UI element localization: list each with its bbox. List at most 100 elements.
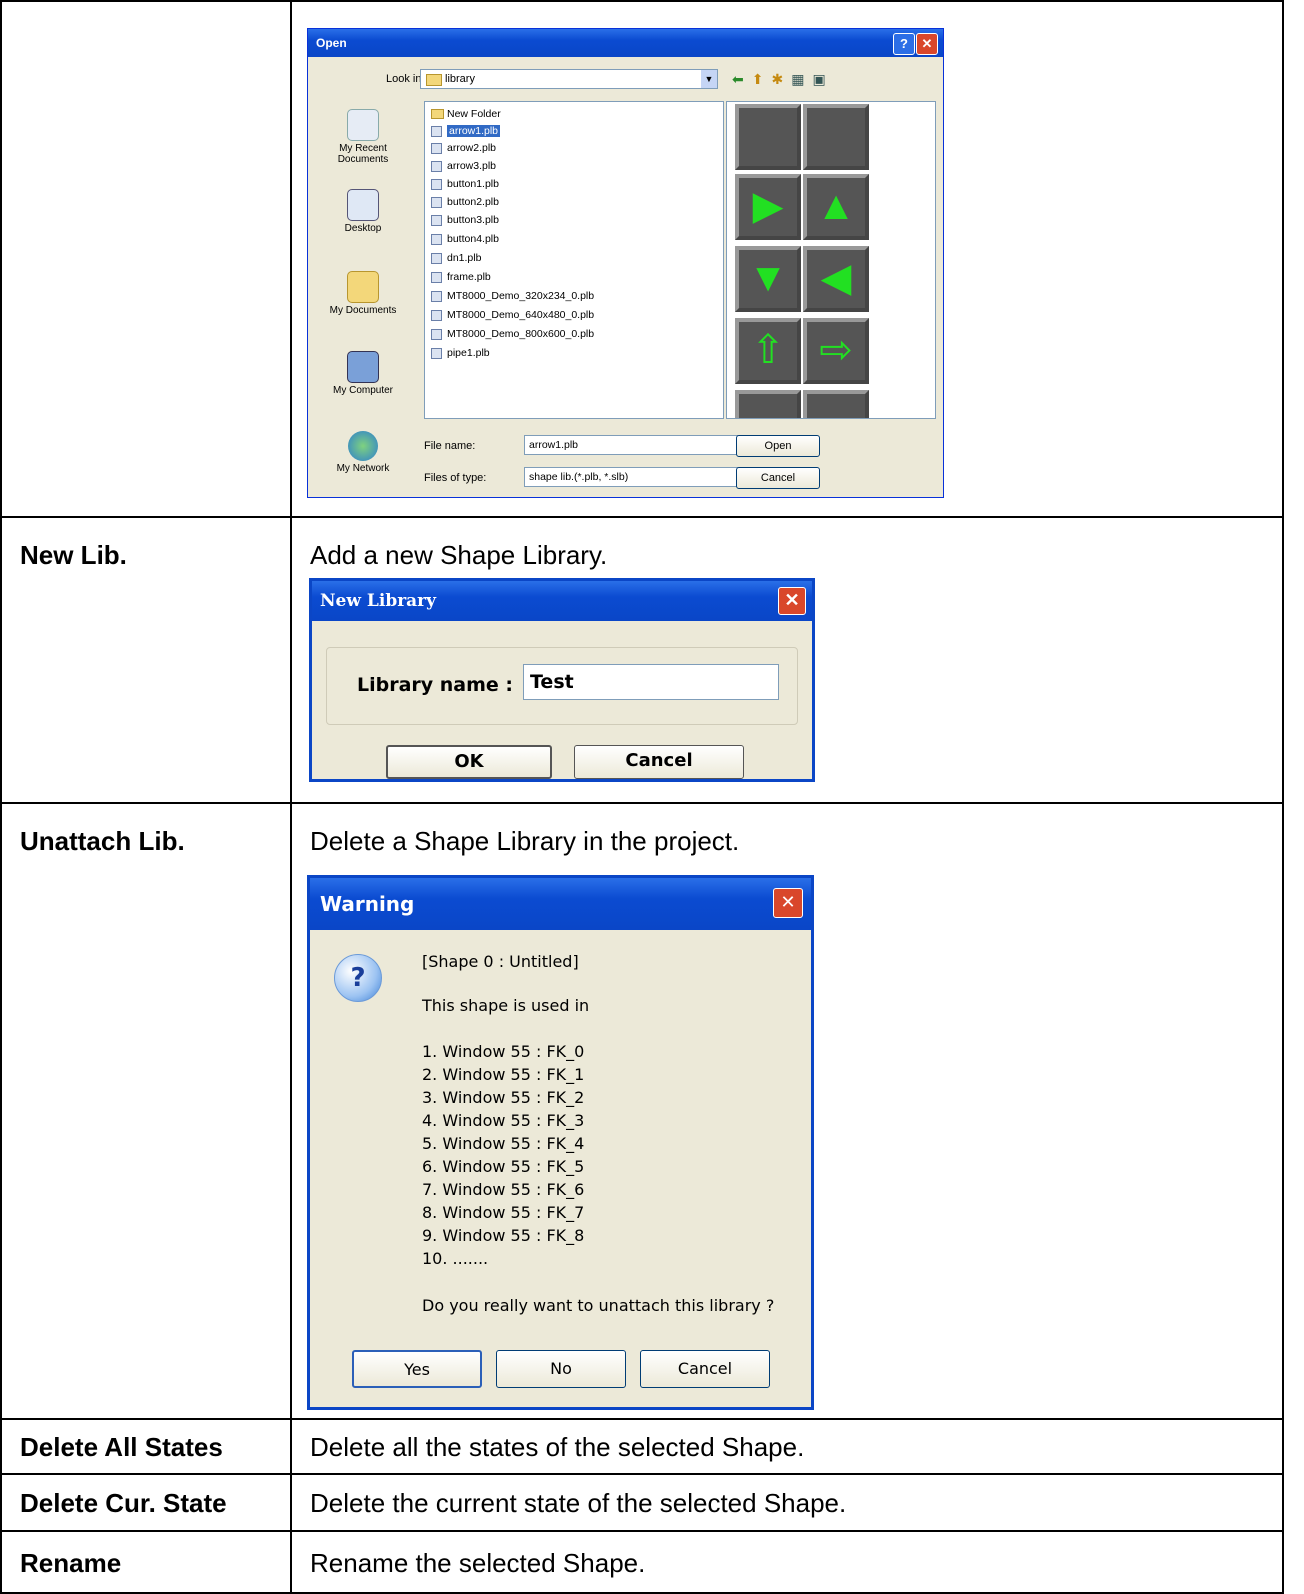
row-desc-rename: Rename the selected Shape. xyxy=(310,1548,646,1578)
place-my-network[interactable]: My Network xyxy=(314,431,412,474)
file-name: MT8000_Demo_320x234_0.plb xyxy=(447,290,595,302)
yes-button[interactable]: Yes xyxy=(352,1350,482,1388)
place-label: My Documents xyxy=(329,305,397,316)
my-documents-icon xyxy=(347,271,379,303)
warning-title: Warning xyxy=(320,892,415,916)
file-name: button4.plb xyxy=(447,233,499,245)
list-item[interactable]: button1.plb xyxy=(431,176,499,193)
cancel-button[interactable]: Cancel xyxy=(574,745,744,779)
list-item[interactable]: frame.plb xyxy=(431,269,491,286)
file-name: arrow2.plb xyxy=(447,142,497,154)
question-icon: ? xyxy=(334,954,382,1002)
file-icon xyxy=(431,310,442,321)
table-border-right xyxy=(1282,0,1284,1594)
list-item[interactable]: New Folder xyxy=(431,106,501,123)
open-button[interactable]: Open xyxy=(736,435,820,457)
my-network-icon xyxy=(348,431,378,461)
list-item[interactable]: pipe1.plb xyxy=(431,345,490,362)
look-in-row: Look in: library ▼ ⬅ ⬆ ✱ ▦ ▣ xyxy=(308,69,943,91)
close-icon[interactable]: ✕ xyxy=(916,33,938,55)
library-name-input[interactable]: Test xyxy=(523,664,779,700)
preview-shape xyxy=(735,104,801,170)
warning-dialog: Warning ✕ ? [Shape 0 : Untitled] This sh… xyxy=(307,875,814,1410)
place-label: Desktop xyxy=(344,223,382,234)
place-desktop[interactable]: Desktop xyxy=(314,189,412,234)
back-icon[interactable]: ⬅ xyxy=(732,71,744,88)
row-term-new-lib: New Lib. xyxy=(20,540,127,570)
shape-preview: ▶ ▲ ▼ ◀ ⇧ ⇨ xyxy=(726,101,936,419)
file-name: MT8000_Demo_800x600_0.plb xyxy=(447,328,595,340)
file-name: button3.plb xyxy=(447,214,499,226)
file-name: New Folder xyxy=(447,108,501,120)
tools-icon[interactable]: ▣ xyxy=(812,71,825,88)
file-icon xyxy=(431,179,442,190)
table-divider xyxy=(0,516,1284,518)
right-block-arrow-icon: ⇨ xyxy=(803,318,869,384)
open-dialog-title: Open xyxy=(316,36,347,50)
warning-titlebar: Warning ✕ xyxy=(310,878,811,930)
chevron-down-icon[interactable]: ▼ xyxy=(701,70,717,88)
places-bar: My Recent Documents Desktop My Documents… xyxy=(314,101,412,491)
file-icon xyxy=(431,161,442,172)
file-name-value: arrow1.plb xyxy=(529,439,579,451)
new-library-titlebar: New Library ✕ xyxy=(312,581,812,621)
list-item[interactable]: button2.plb xyxy=(431,194,499,211)
list-item[interactable]: arrow3.plb xyxy=(431,158,496,175)
table-column-divider xyxy=(290,0,292,1594)
view-menu-icon[interactable]: ▦ xyxy=(791,71,804,88)
file-icon xyxy=(431,143,442,154)
file-type-label: Files of type: xyxy=(424,472,487,484)
list-item[interactable]: button4.plb xyxy=(431,231,499,248)
file-name-label: File name: xyxy=(424,440,476,452)
file-name: frame.plb xyxy=(447,271,491,283)
table-divider xyxy=(0,1530,1284,1532)
recent-documents-icon xyxy=(347,109,379,141)
file-icon xyxy=(431,253,442,264)
list-item[interactable]: arrow2.plb xyxy=(431,140,496,157)
list-item[interactable]: button3.plb xyxy=(431,212,499,229)
library-name-group: Library name : Test xyxy=(326,647,798,725)
down-arrow-icon: ▼ xyxy=(735,246,801,312)
cancel-button[interactable]: Cancel xyxy=(736,467,820,489)
list-item[interactable]: MT8000_Demo_320x234_0.plb xyxy=(431,288,594,305)
row-term-rename: Rename xyxy=(20,1548,122,1578)
place-my-computer[interactable]: My Computer xyxy=(314,351,412,396)
list-item[interactable]: MT8000_Demo_640x480_0.plb xyxy=(431,307,594,324)
file-name: arrow1.plb xyxy=(447,125,501,137)
list-item[interactable]: arrow1.plb xyxy=(431,123,501,140)
table-divider xyxy=(0,1473,1284,1475)
warning-question: Do you really want to unattach this libr… xyxy=(422,1296,775,1315)
warning-list-item: 4. Window 55 : FK_3 xyxy=(422,1111,585,1130)
place-label: My Computer xyxy=(332,385,393,396)
place-recent[interactable]: My Recent Documents xyxy=(314,109,412,165)
preview-shape xyxy=(803,104,869,170)
help-icon[interactable]: ? xyxy=(893,33,915,55)
warning-list-item: 6. Window 55 : FK_5 xyxy=(422,1157,585,1176)
close-icon[interactable]: ✕ xyxy=(773,888,803,918)
warning-list-item: 8. Window 55 : FK_7 xyxy=(422,1203,585,1222)
new-folder-icon[interactable]: ✱ xyxy=(771,71,783,88)
file-name: button2.plb xyxy=(447,196,499,208)
no-button[interactable]: No xyxy=(496,1350,626,1388)
folder-icon xyxy=(426,74,442,86)
place-my-documents[interactable]: My Documents xyxy=(314,271,412,316)
row-desc-delete-all: Delete all the states of the selected Sh… xyxy=(310,1432,805,1462)
close-icon[interactable]: ✕ xyxy=(778,587,806,615)
file-icon xyxy=(431,126,442,137)
up-folder-icon[interactable]: ⬆ xyxy=(752,71,764,88)
preview-shape xyxy=(735,390,801,418)
file-icon xyxy=(431,329,442,340)
my-computer-icon xyxy=(347,351,379,383)
warning-list-item: 3. Window 55 : FK_2 xyxy=(422,1088,585,1107)
look-in-select[interactable]: library ▼ xyxy=(420,69,718,89)
list-item[interactable]: MT8000_Demo_800x600_0.plb xyxy=(431,326,594,343)
file-list[interactable]: New Folder arrow1.plb arrow2.plb arrow3.… xyxy=(424,101,724,419)
file-icon xyxy=(431,234,442,245)
open-dialog: Open ? ✕ Look in: library ▼ ⬅ ⬆ ✱ ▦ ▣ My… xyxy=(307,28,944,498)
ok-button[interactable]: OK xyxy=(386,745,552,779)
file-icon xyxy=(431,215,442,226)
cancel-button[interactable]: Cancel xyxy=(640,1350,770,1388)
toolbar: ⬅ ⬆ ✱ ▦ ▣ xyxy=(732,71,826,88)
list-item[interactable]: dn1.plb xyxy=(431,250,481,267)
warning-list-item: 10. ....... xyxy=(422,1249,489,1268)
